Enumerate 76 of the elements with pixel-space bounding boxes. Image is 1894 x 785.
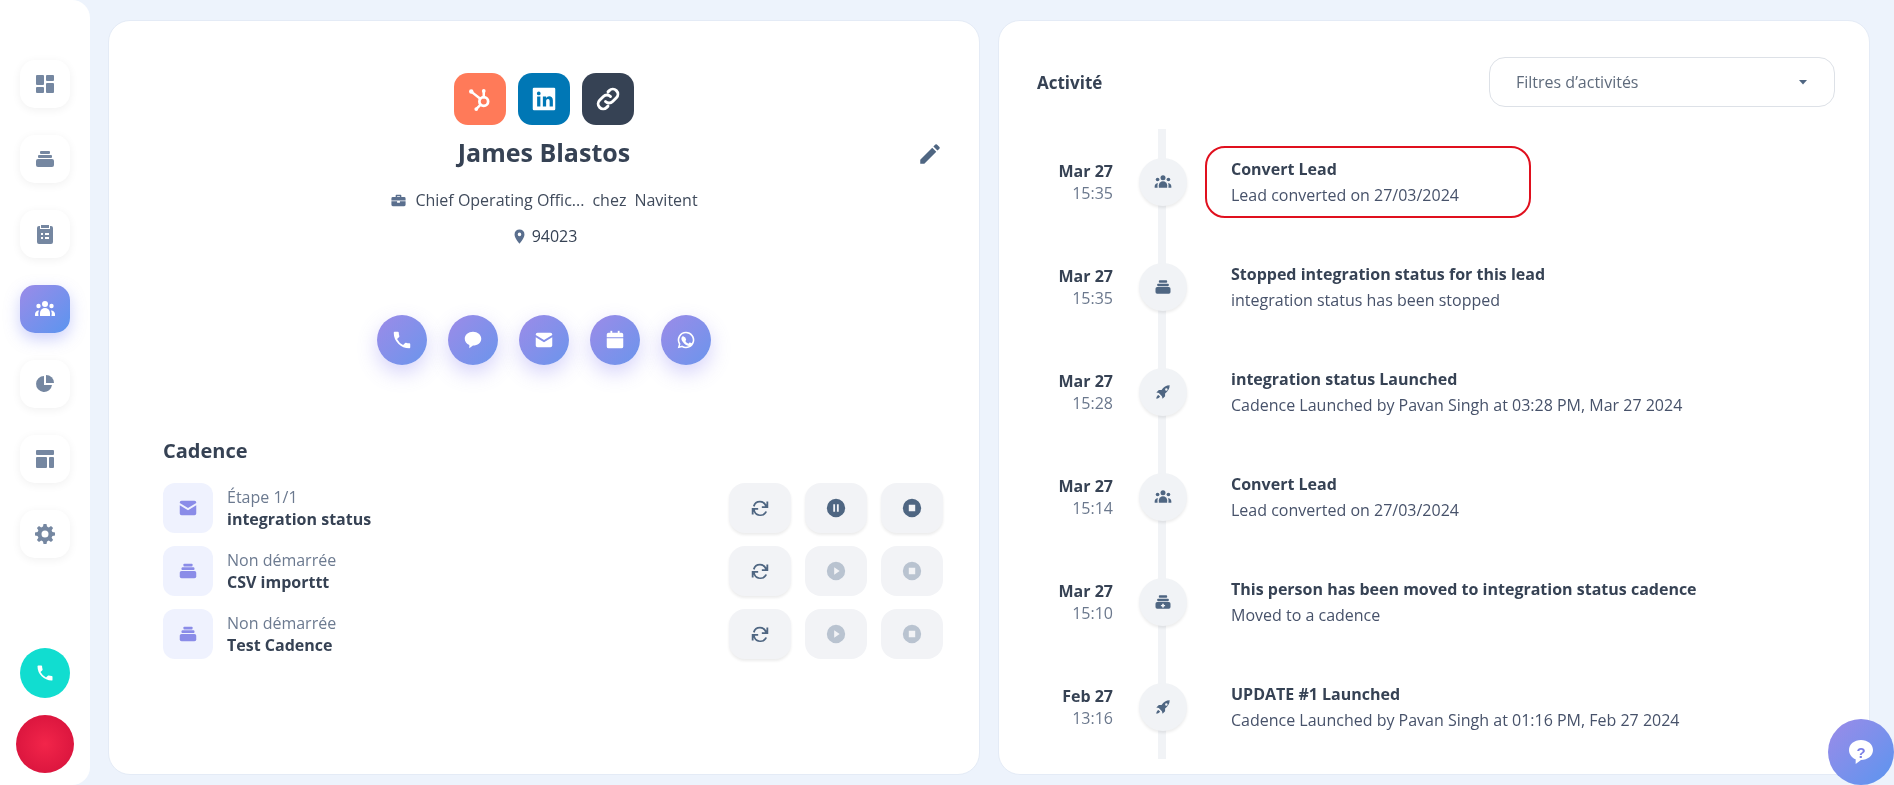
company-name: Navitent — [634, 189, 698, 211]
stop-icon — [901, 496, 923, 519]
refresh-button[interactable] — [729, 545, 791, 596]
dashboard-icon — [33, 72, 57, 96]
location-text: 94023 — [531, 225, 578, 247]
nav-button[interactable] — [20, 510, 70, 558]
edit-button[interactable] — [917, 141, 943, 167]
nav-button[interactable] — [20, 60, 70, 108]
cadence-name: Test Cadence — [227, 633, 334, 656]
activity-date: Mar 27 — [1058, 264, 1113, 287]
activity-date: Feb 27 — [1062, 684, 1113, 707]
activity-title: Activité — [1037, 70, 1103, 94]
activity-time: 15:28 — [1072, 391, 1113, 414]
activity-date: Mar 27 — [1058, 369, 1113, 392]
whatsapp-action-button[interactable] — [661, 315, 711, 365]
cadence-name: integration status — [227, 507, 373, 530]
nav-button[interactable] — [20, 285, 70, 333]
activity-detail: Lead converted on 27/03/2024 — [1231, 183, 1459, 206]
activity-date: Mar 27 — [1058, 159, 1113, 182]
nav-button[interactable] — [20, 360, 70, 408]
activity-date: Mar 27 — [1058, 579, 1113, 602]
cadence-status: Étape 1/1 — [227, 485, 299, 508]
activity-detail: integration status has been stopped — [1231, 288, 1502, 311]
activity-time: 15:35 — [1072, 181, 1113, 204]
contact-name: James Blastos — [457, 135, 631, 169]
nav-button[interactable] — [20, 435, 70, 483]
chat-action-button[interactable] — [448, 315, 498, 365]
nav-button[interactable] — [20, 135, 70, 183]
pause-button[interactable] — [805, 482, 867, 533]
activity-time: 13:16 — [1072, 706, 1113, 729]
calendar-action-button[interactable] — [590, 315, 640, 365]
stop-button[interactable] — [881, 482, 943, 533]
cadence-title: Cadence — [163, 437, 249, 464]
refresh-button[interactable] — [729, 482, 791, 533]
activity-title-text: UPDATE #1 Launched — [1231, 682, 1402, 705]
company-prefix: chez — [592, 189, 627, 211]
activity-detail: Moved to a cadence — [1231, 603, 1382, 626]
nav-button[interactable] — [20, 210, 70, 258]
settings-icon — [33, 522, 57, 546]
whatsapp-icon — [675, 329, 697, 351]
cadence-name: CSV importtt — [227, 570, 331, 593]
activity-title-text: Convert Lead — [1231, 472, 1338, 495]
activity-title-text: integration status Launched — [1231, 367, 1459, 390]
activity-title-text: Stopped integration status for this lead — [1231, 262, 1546, 285]
play-icon — [825, 622, 847, 645]
phone-icon — [391, 329, 413, 351]
mail-action-button[interactable] — [519, 315, 569, 365]
pause-icon — [825, 496, 847, 519]
refresh-button[interactable] — [729, 608, 791, 659]
activity-title-text: This person has been moved to integration status cadence — [1231, 577, 1697, 600]
chat-icon — [462, 329, 484, 351]
layout-icon — [33, 447, 57, 471]
help-button[interactable]: ? — [1828, 719, 1894, 785]
activity-date: Mar 27 — [1058, 474, 1113, 497]
activity-time: 15:35 — [1072, 286, 1113, 309]
phone-icon — [35, 663, 55, 683]
activity-detail: Lead converted on 27/03/2024 — [1231, 498, 1459, 521]
activity-detail: Cadence Launched by Pavan Singh at 03:28 PM, Mar 27 2024 — [1231, 393, 1683, 416]
cadence-status: Non démarrée — [227, 548, 338, 571]
help-mark: ? — [1856, 743, 1866, 761]
calendar-icon — [604, 329, 626, 351]
avatar[interactable] — [16, 715, 74, 773]
activity-filter-dropdown[interactable]: Filtres d’activités — [1489, 57, 1835, 107]
job-title: Chief Operating Offic... — [415, 189, 585, 211]
play-icon — [825, 559, 847, 582]
activity-title-text: Convert Lead — [1231, 157, 1338, 180]
stop-icon — [901, 622, 923, 645]
activity-detail: Cadence Launched by Pavan Singh at 01:16 PM, Feb 27 2024 — [1231, 708, 1680, 731]
cadence-status: Non démarrée — [227, 611, 338, 634]
profile-link-button[interactable] — [582, 73, 634, 125]
activity-time: 15:10 — [1072, 601, 1113, 624]
phone-action-button[interactable] — [377, 315, 427, 365]
activity-time: 15:14 — [1072, 496, 1113, 519]
caret-icon — [1798, 77, 1808, 87]
stop-icon — [901, 559, 923, 582]
profile-link-button[interactable] — [518, 73, 570, 125]
